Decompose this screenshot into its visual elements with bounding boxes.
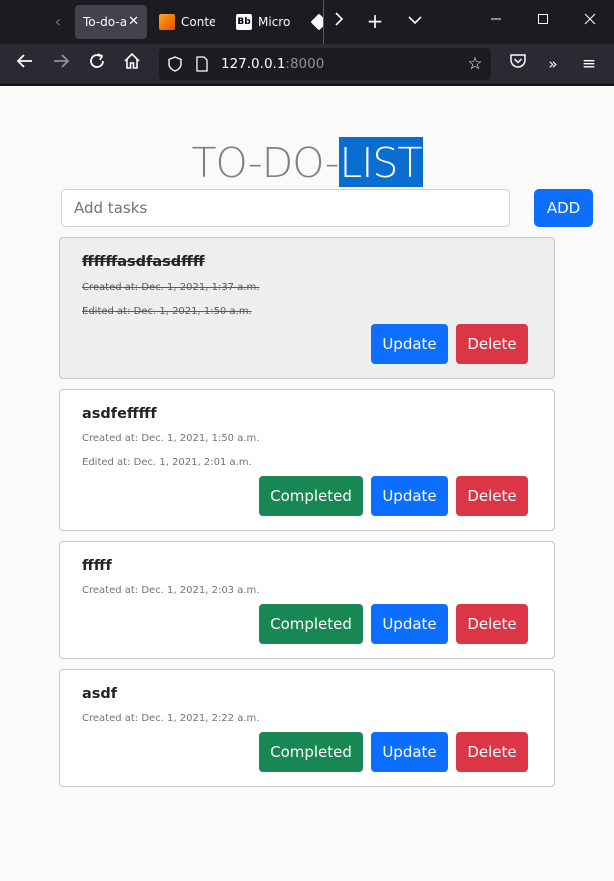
page-content: TO-DO-LIST ADD ffffffasdfasdffff Created…: [0, 86, 614, 881]
update-button[interactable]: Update: [371, 604, 448, 644]
bb-favicon-icon: Bb: [236, 14, 252, 30]
back-arrow-icon[interactable]: [13, 52, 37, 76]
diamond-favicon-icon: [311, 13, 323, 31]
home-icon[interactable]: [120, 52, 144, 76]
forward-arrow-icon[interactable]: [49, 52, 73, 76]
delete-button[interactable]: Delete: [456, 732, 528, 772]
tab-partial[interactable]: [311, 5, 323, 39]
tab-micro[interactable]: Bb Micro: [236, 5, 296, 39]
url-host: 127.0.0.1: [221, 56, 286, 72]
tab-scroll-left-icon[interactable]: ‹: [48, 12, 68, 32]
more-tools-chevron-icon[interactable]: »: [541, 52, 565, 76]
tracking-shield-icon[interactable]: [167, 56, 183, 72]
delete-button[interactable]: Delete: [456, 604, 528, 644]
new-tab-plus-icon[interactable]: +: [364, 10, 386, 32]
add-task-input[interactable]: [61, 189, 510, 227]
task-edited-at: Edited at: Dec. 1, 2021, 2:01 a.m.: [82, 457, 252, 468]
task-card: asdfefffff Created at: Dec. 1, 2021, 1:5…: [59, 389, 555, 531]
window-maximize-button[interactable]: [530, 8, 556, 34]
task-created-at: Created at: Dec. 1, 2021, 1:50 a.m.: [82, 433, 260, 444]
window-minimize-button[interactable]: [483, 8, 509, 34]
update-button[interactable]: Update: [371, 476, 448, 516]
bookmark-star-icon[interactable]: ☆: [465, 54, 485, 74]
page-title: TO-DO-LIST: [0, 137, 614, 187]
page-info-icon[interactable]: [195, 56, 209, 72]
task-created-at: Created at: Dec. 1, 2021, 2:03 a.m.: [82, 585, 260, 596]
pocket-icon[interactable]: [506, 52, 530, 76]
pencil-favicon-icon: [159, 14, 175, 30]
task-created-at: Created at: Dec. 1, 2021, 2:22 a.m.: [82, 713, 260, 724]
page-title-selected: LIST: [338, 137, 423, 187]
reload-icon[interactable]: [85, 52, 109, 76]
tab-scroll-right-icon[interactable]: [331, 12, 347, 32]
tab-title: Conte: [181, 15, 215, 29]
completed-button[interactable]: Completed: [259, 732, 363, 772]
tab-strip: ‹ To-do-a ✕ Conte Bb Micro +: [0, 0, 614, 44]
tab-title: Micro: [258, 15, 291, 29]
task-edited-at: Edited at: Dec. 1, 2021, 1:50 a.m.: [82, 306, 252, 317]
task-card: fffff Created at: Dec. 1, 2021, 2:03 a.m…: [59, 541, 555, 659]
url-text[interactable]: 127.0.0.1:8000: [221, 55, 324, 73]
navigation-toolbar: 127.0.0.1:8000 ☆ » ≡: [0, 44, 614, 85]
add-task-button[interactable]: ADD: [534, 189, 593, 227]
delete-button[interactable]: Delete: [456, 476, 528, 516]
window-close-button[interactable]: [577, 8, 603, 34]
tab-todo[interactable]: To-do-a ✕: [75, 5, 147, 39]
delete-button[interactable]: Delete: [456, 324, 528, 364]
task-created-at: Created at: Dec. 1, 2021, 1:37 a.m.: [82, 282, 260, 293]
task-title: asdf: [82, 686, 118, 702]
page-title-plain: TO-DO-: [191, 139, 339, 187]
hamburger-menu-icon[interactable]: ≡: [577, 52, 601, 76]
tab-list-chevron-down-icon[interactable]: [404, 10, 426, 32]
task-card: asdf Created at: Dec. 1, 2021, 2:22 a.m.…: [59, 669, 555, 787]
tab-content[interactable]: Conte: [159, 5, 219, 39]
completed-button[interactable]: Completed: [259, 476, 363, 516]
tab-separator: [323, 0, 324, 44]
completed-button[interactable]: Completed: [259, 604, 363, 644]
update-button[interactable]: Update: [371, 324, 448, 364]
task-card: ffffffasdfasdffff Created at: Dec. 1, 20…: [59, 237, 555, 379]
url-port: :8000: [285, 56, 325, 72]
task-title: fffff: [82, 558, 112, 574]
tab-close-icon[interactable]: ✕: [128, 14, 139, 30]
update-button[interactable]: Update: [371, 732, 448, 772]
address-bar[interactable]: 127.0.0.1:8000 ☆: [159, 48, 491, 80]
task-title: asdfefffff: [82, 406, 157, 422]
task-title: ffffffasdfasdffff: [82, 254, 205, 270]
tab-title: To-do-a: [83, 15, 127, 29]
